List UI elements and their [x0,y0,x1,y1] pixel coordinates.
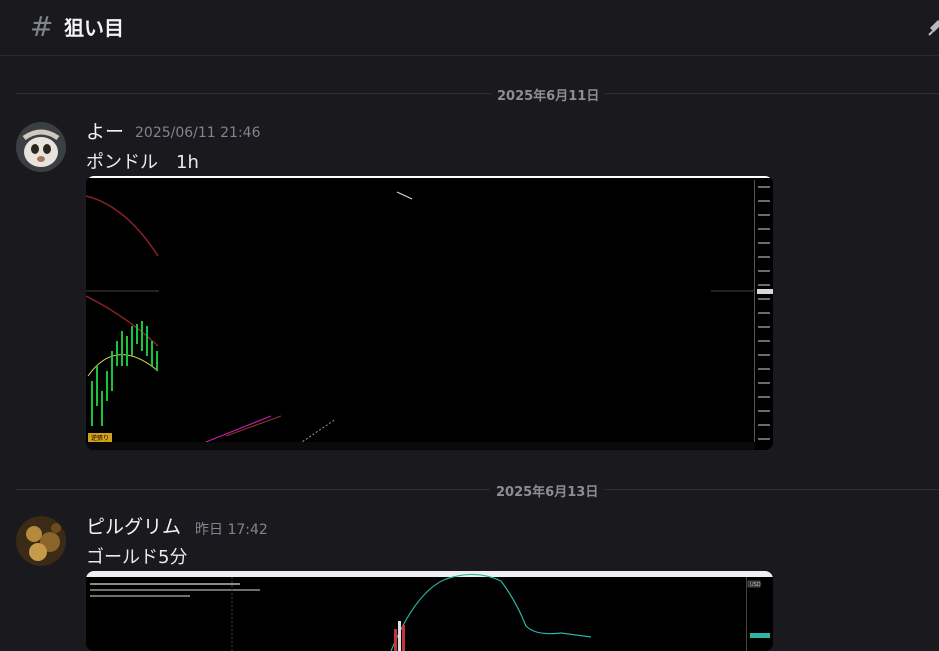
message-text: ゴールド5分 [86,547,188,568]
channel-header: # 狙い目 [0,0,939,56]
pin-icon[interactable] [928,14,939,36]
message-attachment-image[interactable]: 逆張り [86,176,773,450]
message-author[interactable]: ピルグリム [86,512,181,539]
chart-badge: 逆張り [91,434,109,442]
channel-name: 狙い目 [64,16,124,40]
avatar[interactable] [16,516,66,566]
message-text: ポンドル 1h [86,152,199,173]
message-author[interactable]: よー [86,117,124,144]
message-timestamp: 2025/06/11 21:46 [135,125,261,141]
chart-screenshot: USD [86,571,773,651]
avatar[interactable] [16,122,66,172]
hashtag-icon: # [30,10,54,43]
date-divider-label: 2025年6月13日 [490,481,605,500]
date-divider-label: 2025年6月11日 [491,85,606,104]
chart-badge: USD [750,582,761,588]
message-attachment-image[interactable]: USD [86,571,773,651]
message-timestamp: 昨日 17:42 [195,522,268,538]
chart-screenshot: 逆張り [86,176,773,450]
date-divider [16,489,939,490]
date-divider [16,93,939,94]
